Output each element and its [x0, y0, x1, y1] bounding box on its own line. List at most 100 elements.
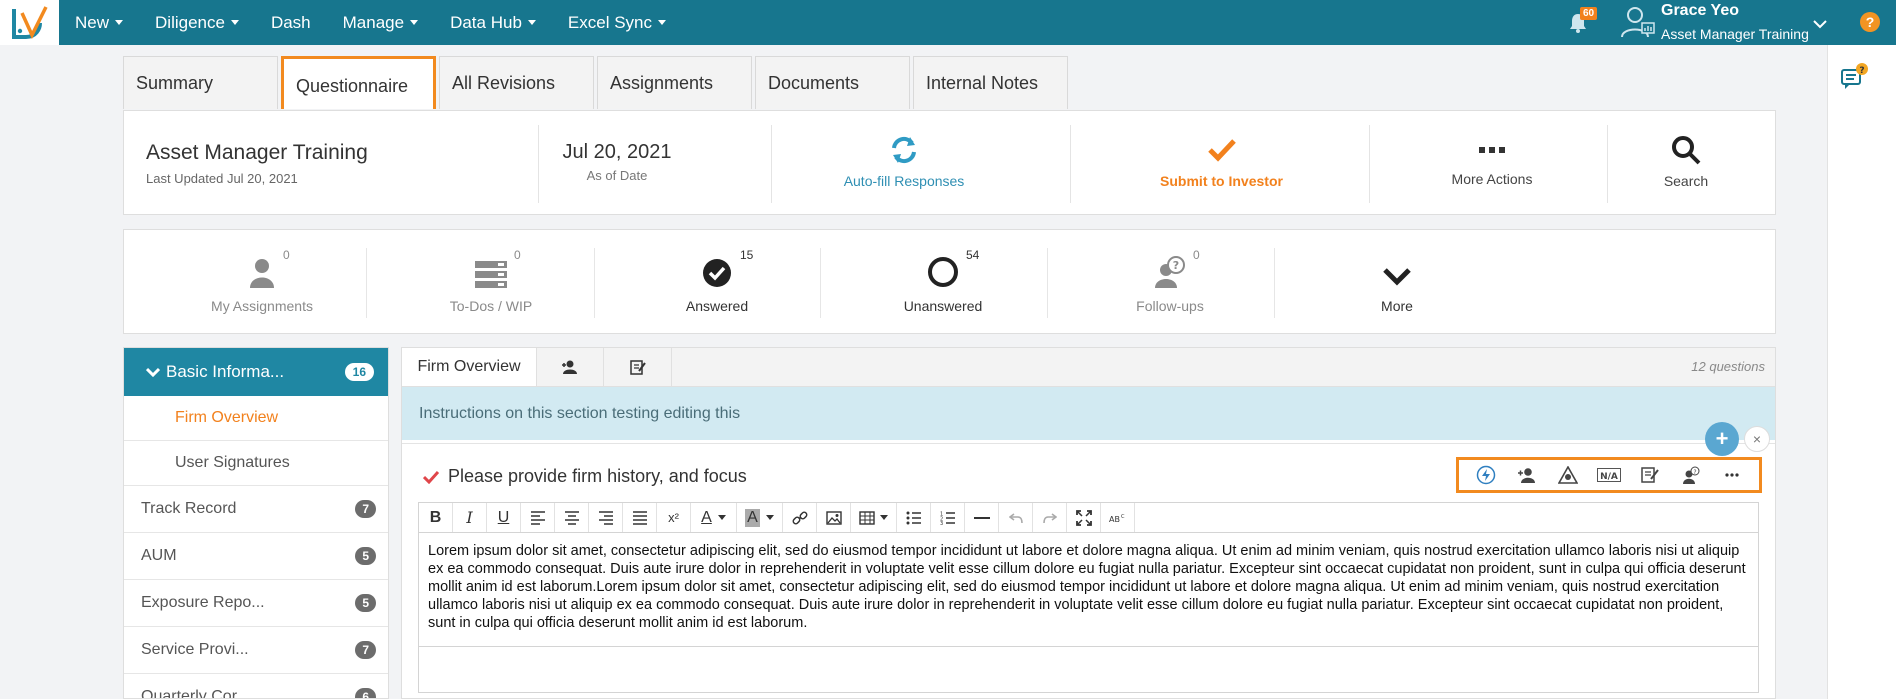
nav-dash[interactable]: Dash [255, 13, 327, 33]
nav-diligence[interactable]: Diligence [139, 13, 255, 33]
chevron-down-icon [146, 367, 160, 377]
as-of-date-label: As of Date [586, 168, 648, 183]
autofill-bolt-icon[interactable] [1472, 463, 1500, 487]
close-button[interactable]: × [1744, 426, 1770, 452]
tab-summary[interactable]: Summary [123, 56, 278, 109]
followups-count: 0 [1193, 248, 1200, 262]
redo-icon[interactable] [1033, 503, 1067, 532]
sidebar-item-track-record[interactable]: Track Record 7 [124, 486, 388, 533]
divider [1047, 248, 1048, 318]
horizontal-rule-icon[interactable] [965, 503, 999, 532]
more-actions-button[interactable]: More Actions [1372, 133, 1612, 187]
tab-questionnaire[interactable]: Questionnaire [281, 56, 436, 109]
edit-notes-icon[interactable] [1636, 463, 1664, 487]
caret-down-icon [765, 515, 774, 520]
sidebar-item-label: Exposure Repo... [141, 594, 265, 611]
tab-firm-overview[interactable]: Firm Overview [402, 348, 537, 386]
bullet-list-icon[interactable] [897, 503, 931, 532]
sidebar-item-quarterly[interactable]: Quarterly Cor... 6 [124, 674, 388, 699]
nav-manage[interactable]: Manage [327, 13, 434, 33]
submit-investor-button[interactable]: Submit to Investor [1074, 133, 1369, 189]
align-left-icon[interactable] [521, 503, 555, 532]
question-text: Please provide firm history, and focus [448, 466, 747, 486]
sidebar-section-basic-information[interactable]: Basic Informa... 16 [124, 348, 388, 396]
sidebar-section-count: 16 [344, 363, 374, 381]
sidebar-item-firm-overview[interactable]: Firm Overview [124, 396, 388, 441]
add-button[interactable]: + [1705, 422, 1739, 456]
not-applicable-icon[interactable]: N/A [1595, 463, 1623, 487]
sidebar-item-label: Quarterly Cor... [141, 688, 250, 699]
question-card: + × Please provide firm history, and foc… [402, 422, 1775, 698]
nav-excel-sync[interactable]: Excel Sync [552, 13, 682, 33]
align-center-icon[interactable] [555, 503, 589, 532]
italic-button[interactable]: I [453, 503, 487, 532]
nav-excel-sync-label: Excel Sync [567, 12, 652, 32]
numbered-list-icon[interactable]: 123 [931, 503, 965, 532]
table-icon[interactable] [851, 503, 897, 532]
caret-down-icon [115, 20, 124, 25]
notification-badge[interactable]: 60 [1580, 7, 1598, 20]
divider [1369, 125, 1370, 203]
edit-notes-icon[interactable] [604, 348, 672, 386]
more-dots-icon[interactable] [1718, 463, 1746, 487]
followup-user-icon[interactable]: ? [1677, 463, 1705, 487]
tab-documents[interactable]: Documents [755, 56, 910, 109]
autofill-label: Auto-fill Responses [843, 173, 965, 189]
help-icon[interactable]: ? [1860, 12, 1880, 32]
nav-data-hub-label: Data Hub [450, 12, 522, 32]
stat-followups[interactable]: ? 0 Follow-ups [1057, 248, 1283, 314]
user-avatar-icon[interactable] [1620, 5, 1656, 44]
assign-user-icon[interactable] [1513, 463, 1541, 487]
nav-new[interactable]: New [59, 13, 139, 33]
followups-label: Follow-ups [1136, 298, 1204, 314]
highlight-color-button[interactable]: A [737, 503, 783, 532]
dv-logo-icon[interactable] [0, 0, 59, 45]
image-icon[interactable] [817, 503, 851, 532]
sidebar-item-exposure-reports[interactable]: Exposure Repo... 5 [124, 580, 388, 627]
sidebar-item-user-signatures[interactable]: User Signatures [124, 441, 388, 486]
align-justify-icon[interactable] [623, 503, 657, 532]
bold-button[interactable]: B [419, 503, 453, 532]
unanswered-label: Unanswered [903, 298, 983, 314]
sidebar-item-service-providers[interactable]: Service Provi... 7 [124, 627, 388, 674]
sidebar-item-label: Track Record [141, 500, 237, 517]
user-role[interactable]: Asset Manager Training [1661, 26, 1809, 42]
search-icon [1611, 133, 1761, 167]
tab-all-revisions[interactable]: All Revisions [439, 56, 594, 109]
stat-answered[interactable]: 15 Answered [604, 248, 830, 314]
superscript-button[interactable]: x² [657, 503, 691, 532]
stat-unanswered[interactable]: 54 Unanswered [830, 248, 1056, 314]
search-button[interactable]: Search [1611, 133, 1761, 189]
nav-data-hub[interactable]: Data Hub [434, 13, 552, 33]
user-name[interactable]: Grace Yeo [1661, 2, 1739, 20]
flag-warning-icon[interactable] [1554, 463, 1582, 487]
tab-internal-notes[interactable]: Internal Notes [913, 56, 1068, 109]
tab-assignments[interactable]: Assignments [597, 56, 752, 109]
answer-text[interactable]: Lorem ipsum dolor sit amet, consectetur … [419, 533, 1758, 647]
question-title: Please provide firm history, and focus [423, 466, 747, 487]
autofill-button[interactable]: Auto-fill Responses [774, 133, 1034, 189]
divider [594, 248, 595, 318]
link-icon[interactable] [783, 503, 817, 532]
spellcheck-icon[interactable]: AB C [1101, 503, 1135, 532]
align-right-icon[interactable] [589, 503, 623, 532]
underline-button[interactable]: U [487, 503, 521, 532]
assign-user-icon[interactable] [537, 348, 604, 386]
font-color-button[interactable]: A [691, 503, 737, 532]
undo-icon[interactable] [999, 503, 1033, 532]
question-actions-toolbar: N/A ? [1456, 457, 1762, 493]
divider [820, 248, 821, 318]
section-instructions: Instructions on this section testing edi… [402, 387, 1775, 440]
my-assignments-label: My Assignments [211, 298, 313, 314]
comments-help-icon[interactable]: ? [1840, 62, 1870, 97]
answer-editor[interactable]: B I U x² A A 123 AB C Lorem ipsum dolor … [418, 502, 1759, 693]
chevron-down-icon[interactable] [1813, 16, 1827, 34]
stat-more[interactable]: More [1284, 248, 1510, 314]
submit-label: Submit to Investor [1160, 173, 1283, 189]
top-navbar: New Diligence Dash Manage Data Hub Excel… [0, 0, 1896, 45]
stat-my-assignments[interactable]: 0 My Assignments [149, 248, 375, 314]
stat-todos[interactable]: 0 To-Dos / WIP [378, 248, 604, 314]
fullscreen-icon[interactable] [1067, 503, 1101, 532]
sidebar-item-aum[interactable]: AUM 5 [124, 533, 388, 580]
svg-text:3: 3 [940, 521, 943, 525]
